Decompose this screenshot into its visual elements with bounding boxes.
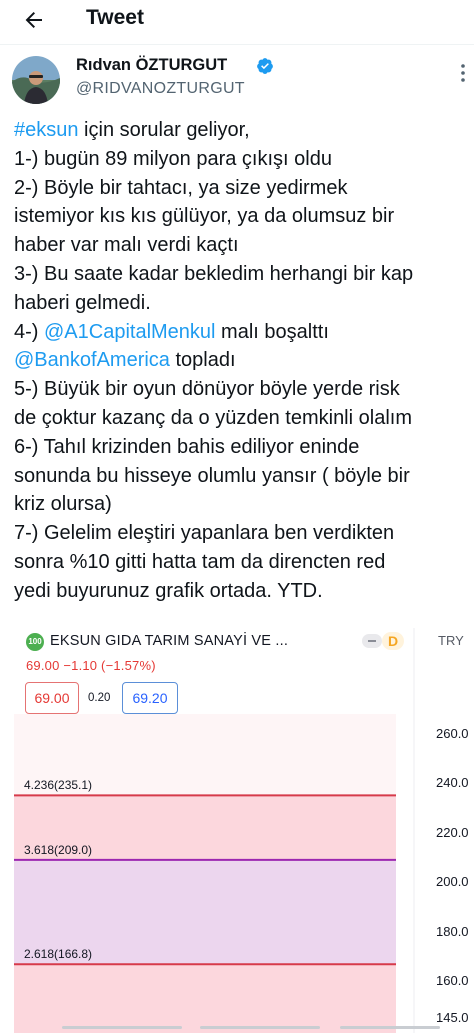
page-title: Tweet — [86, 6, 144, 29]
price-quote: 69.00 −1.10 (−1.57%) — [26, 658, 156, 673]
header-divider — [0, 44, 474, 45]
currency-label: TRY — [438, 633, 464, 648]
tweet-line: 5-) Büyük bir oyun dönüyor böyle yerde r… — [14, 375, 474, 404]
scroll-segment — [340, 1026, 440, 1029]
y-tick-label: 160.0 — [436, 973, 469, 989]
y-tick-label: 260.0 — [436, 725, 469, 741]
tweet-text-segment: 7-) Gelelim eleştiri yapanlara ben verdi… — [14, 522, 395, 545]
tweet-text-segment: malı boşalttı — [215, 320, 329, 343]
symbol-badge: 100 — [26, 633, 44, 651]
tweet-text: #eksun için sorular geliyor, 1-) bugün 89… — [14, 116, 474, 606]
tweet-text-segment: haberi gelmedi. — [14, 291, 151, 314]
hashtag-link[interactable]: #eksun — [14, 119, 79, 141]
y-tick-label: 200.0 — [436, 874, 469, 890]
tweet-text-segment: 3-) Bu saate kadar bekledim herhangi bir… — [14, 262, 414, 285]
chart-plot — [14, 628, 474, 1033]
tweet-line: haberi gelmedi. — [14, 289, 474, 318]
scroll-segment — [62, 1026, 182, 1029]
tweet-text-segment: 1-) bugün 89 milyon para çıkışı oldu — [14, 147, 332, 170]
tweet-text-segment: sonunda bu hisseye olumlu yansır ( böyle… — [14, 464, 410, 487]
sell-price-button[interactable]: 69.00 — [25, 682, 79, 714]
fib-level-label: 2.618(166.8) — [24, 947, 93, 962]
chart-image[interactable]: 260.0 240.0 220.0 200.0 180.0 160.0 145.0 4.23… — [14, 628, 474, 1033]
buy-price-button[interactable]: 69.20 — [122, 682, 178, 714]
chart-header: 100 EKSUN GIDA TARIM SANAYİ VE ... D TRY — [14, 628, 474, 654]
tweet-line: 6-) Tahıl krizinden bahis ediliyor enind… — [14, 433, 474, 462]
tweet-line: @BankofAmerica topladı — [14, 346, 474, 375]
avatar[interactable] — [12, 56, 60, 104]
tweet-line: haber var malı verdi kaçtı — [14, 231, 474, 260]
tweet-text-segment: 6-) Tahıl krizinden bahis ediliyor enind… — [14, 435, 360, 458]
tweet-text-segment: topladı — [169, 349, 236, 372]
fib-level-label: 4.236(235.1) — [24, 778, 93, 793]
more-options-icon[interactable] — [458, 62, 468, 84]
chart-svg — [14, 628, 415, 1033]
minimize-icon[interactable] — [362, 634, 382, 648]
tweet-text-segment: için sorular geliyor, — [78, 119, 250, 141]
tweet-text-segment: haber var malı verdi kaçtı — [14, 234, 239, 257]
tweet-line: de çoktur kazanç da o yüzden temkinli ol… — [14, 404, 474, 433]
symbol-title[interactable]: EKSUN GIDA TARIM SANAYİ VE ... — [50, 633, 288, 649]
y-tick-label: 220.0 — [436, 824, 469, 840]
tweet-line: sonunda bu hisseye olumlu yansır ( böyle… — [14, 462, 474, 491]
tweet-text-segment: de çoktur kazanç da o yüzden temkinli ol… — [14, 406, 412, 429]
interval-badge[interactable]: D — [382, 632, 404, 650]
fib-level-label: 3.618(209.0) — [24, 842, 93, 857]
y-tick-label: 180.0 — [436, 923, 469, 939]
tweet-text-segment: 5-) Büyük bir oyun dönüyor böyle yerde r… — [14, 378, 400, 401]
tweet-line: yedi buyurunuz grafik ortada. YTD. — [14, 577, 474, 606]
tweet-text-segment: 2-) Böyle bir tahtacı, ya size yedirmek — [14, 176, 348, 199]
author-handle[interactable]: @RIDVANOZTURGUT — [76, 80, 245, 98]
bottom-scrollbar — [0, 1022, 474, 1033]
tweet-line: 2-) Böyle bir tahtacı, ya size yedirmek — [14, 174, 474, 203]
tweet-text-segment: kriz olursa) — [14, 493, 112, 516]
back-arrow-icon[interactable] — [22, 8, 46, 32]
scroll-segment — [200, 1026, 320, 1029]
tweet-text-segment: istemiyor kıs kıs gülüyor, ya da olumsuz… — [14, 205, 395, 228]
mention-link[interactable]: @BankofAmerica — [14, 349, 170, 371]
tweet-text-segment: 4-) — [14, 320, 44, 343]
top-bar: Tweet — [0, 0, 474, 40]
mention-link[interactable]: @A1CapitalMenkul — [44, 321, 216, 343]
tweet-text-segment: yedi buyurunuz grafik ortada. YTD. — [14, 579, 323, 602]
author-name[interactable]: Rıdvan ÖZTURGUT — [76, 56, 227, 75]
tweet-line: kriz olursa) — [14, 490, 474, 519]
y-tick-label: 240.0 — [436, 775, 469, 791]
tweet-line: istemiyor kıs kıs gülüyor, ya da olumsuz… — [14, 202, 474, 231]
spread-value: 0.20 — [88, 692, 111, 704]
tweet-line: 1-) bugün 89 milyon para çıkışı oldu — [14, 145, 474, 174]
tweet-line: #eksun için sorular geliyor, — [14, 116, 474, 145]
tweet-line: 3-) Bu saate kadar bekledim herhangi bir… — [14, 260, 474, 289]
verified-badge-icon — [257, 58, 273, 74]
tweet-text-segment: sonra %10 gitti hatta tam da direncten r… — [14, 550, 386, 573]
tweet-line: sonra %10 gitti hatta tam da direncten r… — [14, 548, 474, 577]
tweet-line: 4-) @A1CapitalMenkul malı boşalttı — [14, 318, 474, 347]
tweet-line: 7-) Gelelim eleştiri yapanlara ben verdi… — [14, 519, 474, 548]
